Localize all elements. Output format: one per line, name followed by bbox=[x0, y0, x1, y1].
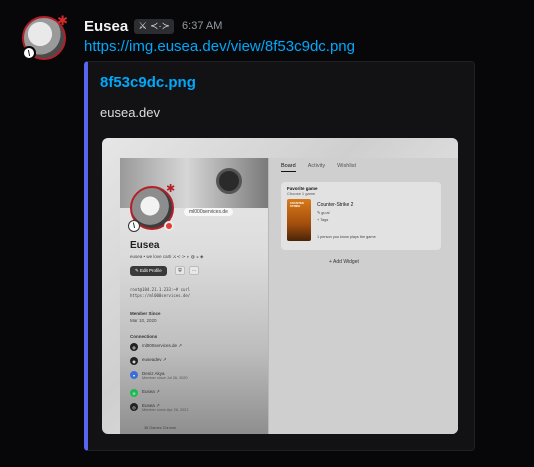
edit-profile-button: ✎ Edit Profile bbox=[130, 266, 167, 276]
connection-item: ◍ ml000services.de ↗ bbox=[130, 343, 182, 351]
profile-subtitle: eusea • we love carti ⚔≺·≻ ◐ ◍ ◒ ◈ bbox=[130, 254, 204, 259]
tab-wishlist: Wishlist bbox=[337, 163, 357, 169]
steam-icon: ◎ bbox=[130, 403, 138, 411]
connection-name: Deniz Akya Member since Jul 26, 2020 bbox=[142, 371, 188, 381]
message-header: Eusea ⚔ ≺·≻ 6:37 AM bbox=[84, 16, 222, 36]
connection-name: Eusea ↗ bbox=[142, 389, 160, 394]
connection-name: euseadev ↗ bbox=[142, 357, 167, 362]
connection-item: ◉ euseadev ↗ bbox=[130, 357, 167, 365]
message-timestamp[interactable]: 6:37 AM bbox=[182, 20, 222, 32]
favorite-game-widget: Favorite game Choose 1 game COUNTER STRI… bbox=[281, 182, 441, 250]
username[interactable]: Eusea bbox=[84, 18, 128, 35]
connection-item: ◎ Eusea ↗ Member since Apr 26, 2021 bbox=[130, 403, 188, 413]
embed-title[interactable]: 8f53c9dc.png bbox=[100, 74, 196, 91]
connection-sub: Member since Apr 26, 2021 bbox=[142, 408, 189, 412]
game-friends: 1 person you know plays the game bbox=[317, 235, 376, 239]
role-badge[interactable]: ⚔ ≺·≻ bbox=[134, 18, 175, 34]
dnd-status-icon bbox=[164, 221, 174, 231]
embed-description: eusea.dev bbox=[100, 105, 160, 120]
profile-display-name: Eusea bbox=[130, 240, 160, 251]
game-meta: ✎ gu:al bbox=[317, 211, 330, 215]
add-widget-button: + Add Widget bbox=[329, 259, 359, 265]
profile-tabs: Board Activity Wishlist bbox=[281, 163, 356, 172]
message-link[interactable]: https://img.eusea.dev/view/8f53c9dc.png bbox=[84, 38, 355, 55]
connection-name: Eusea ↗ Member since Apr 26, 2021 bbox=[142, 403, 188, 413]
bio-code-line: https://ml000services.de/ bbox=[130, 293, 191, 298]
custom-status-bubble: ml000services.de bbox=[184, 208, 233, 216]
connections-label: Connections bbox=[130, 334, 158, 339]
bio-code-line: root@104.21.1.233:~# curl bbox=[130, 287, 191, 292]
embed-image[interactable]: ✱ \ ml000services.de Eusea eusea • we lo… bbox=[102, 138, 458, 434]
game-name: Counter-Strike 2 bbox=[317, 202, 354, 208]
bluesky-icon: ▾ bbox=[130, 371, 138, 379]
connection-sub: Member since Jul 26, 2020 bbox=[142, 376, 188, 380]
globe-icon: ◍ bbox=[130, 343, 138, 351]
profile-panel: Board Activity Wishlist Favorite game Ch… bbox=[268, 158, 458, 434]
tab-activity: Activity bbox=[307, 163, 326, 169]
spotify-icon: ≋ bbox=[130, 389, 138, 397]
game-tags: + Tags bbox=[317, 218, 329, 222]
profile-footer: 38 Games Chrome bbox=[144, 426, 177, 430]
game-cover: COUNTER STRIKE bbox=[287, 199, 311, 241]
profile-tag-icon: \ bbox=[128, 220, 140, 232]
member-since-label: Member Since bbox=[130, 311, 161, 316]
member-since-value: Mar 10, 2020 bbox=[130, 318, 157, 323]
connection-name: ml000services.de ↗ bbox=[142, 343, 183, 348]
connection-item: ≋ Eusea ↗ bbox=[130, 389, 160, 397]
more-icon: ⋯ bbox=[189, 266, 199, 275]
github-icon: ◉ bbox=[130, 357, 138, 365]
user-avatar[interactable]: ✱ \ bbox=[22, 13, 68, 60]
avatar-decoration-icon: ✱ bbox=[57, 13, 68, 28]
tab-board: Board bbox=[281, 163, 296, 172]
profile-card: ✱ \ ml000services.de Eusea eusea • we lo… bbox=[120, 158, 268, 434]
bio-code: root@104.21.1.233:~# curl https://ml000s… bbox=[130, 287, 190, 299]
camera-icon bbox=[216, 168, 242, 194]
avatar-decoration-icon: ✱ bbox=[166, 183, 176, 195]
server-tag-icon: \ bbox=[22, 46, 36, 60]
connection-item: ▾ Deniz Akya Member since Jul 26, 2020 bbox=[130, 371, 188, 381]
link-embed: 8f53c9dc.png eusea.dev ✱ \ ml000services… bbox=[84, 61, 475, 451]
shield-icon: ⛨ bbox=[175, 266, 185, 275]
game-cover-text: COUNTER STRIKE bbox=[290, 201, 304, 208]
widget-subtitle: Choose 1 game bbox=[287, 191, 316, 196]
